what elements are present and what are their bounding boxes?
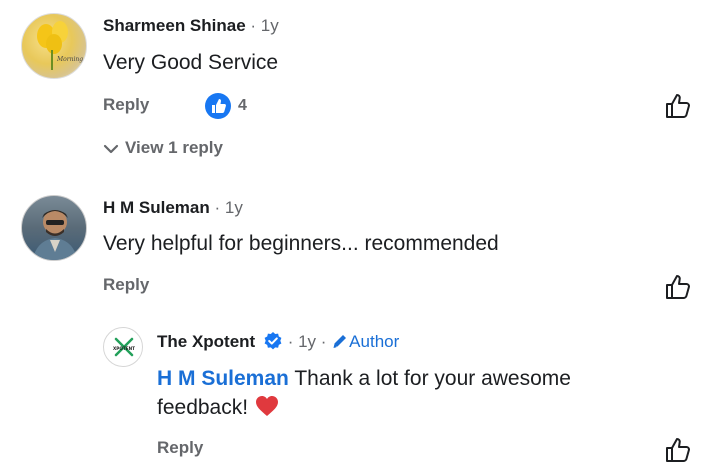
thumbs-up-icon xyxy=(666,94,690,118)
reply-button[interactable]: Reply xyxy=(103,275,149,295)
reply-button[interactable]: Reply xyxy=(157,438,203,458)
author-name-text[interactable]: The Xpotent xyxy=(157,332,255,351)
chevron-down-icon xyxy=(103,144,119,153)
person-photo-icon xyxy=(32,210,78,260)
reply-author-name[interactable]: The Xpotent · 1y · Author xyxy=(157,331,399,352)
view-replies-label: View 1 reply xyxy=(125,138,223,157)
reply-text-line1: Thank a lot for your awesome xyxy=(294,367,571,390)
pencil-icon xyxy=(333,335,347,348)
author-name-text[interactable]: Sharmeen Shinae xyxy=(103,16,246,35)
avatar-hm-suleman[interactable] xyxy=(21,195,87,261)
comment-author-name[interactable]: H M Suleman · 1y xyxy=(103,198,243,218)
author-name-text[interactable]: H M Suleman xyxy=(103,198,210,217)
comment-author-name[interactable]: Sharmeen Shinae · 1y xyxy=(103,16,279,36)
like-button[interactable] xyxy=(664,273,692,301)
reply-text-line2: feedback! xyxy=(157,396,249,419)
mention-link[interactable]: H M Suleman xyxy=(157,367,289,390)
xpotent-logo-icon: XPOTENT xyxy=(113,337,135,357)
red-heart-icon xyxy=(255,396,278,416)
comment-text: Very Good Service xyxy=(103,51,279,74)
comment-text: Very helpful for beginners... recommende… xyxy=(103,232,499,255)
flower-image-icon: Morning xyxy=(37,21,83,70)
avatar-sharmeen-shinae[interactable]: Morning xyxy=(21,13,87,79)
reply-time: · 1y · xyxy=(287,332,327,351)
like-button[interactable] xyxy=(664,436,692,464)
author-badge: Author xyxy=(331,332,399,351)
reaction-count: 4 xyxy=(238,97,247,114)
thumbs-up-icon xyxy=(666,438,690,462)
comment-time: · 1y xyxy=(250,16,279,35)
comment-time: · 1y xyxy=(214,198,243,217)
reply-text: H M Suleman Thank a lot for your awesome… xyxy=(157,364,571,422)
reply-button[interactable]: Reply xyxy=(103,95,149,115)
like-button[interactable] xyxy=(664,92,692,120)
avatar-the-xpotent[interactable]: XPOTENT xyxy=(103,327,143,367)
verified-badge-icon xyxy=(264,332,282,350)
reaction-summary[interactable]: 4 xyxy=(204,92,247,120)
view-replies-button[interactable]: View 1 reply xyxy=(103,138,223,158)
thumbs-up-icon xyxy=(666,275,690,299)
svg-text:XPOTENT: XPOTENT xyxy=(113,346,135,351)
svg-text:Morning: Morning xyxy=(56,56,83,63)
like-reaction-icon xyxy=(205,93,231,119)
